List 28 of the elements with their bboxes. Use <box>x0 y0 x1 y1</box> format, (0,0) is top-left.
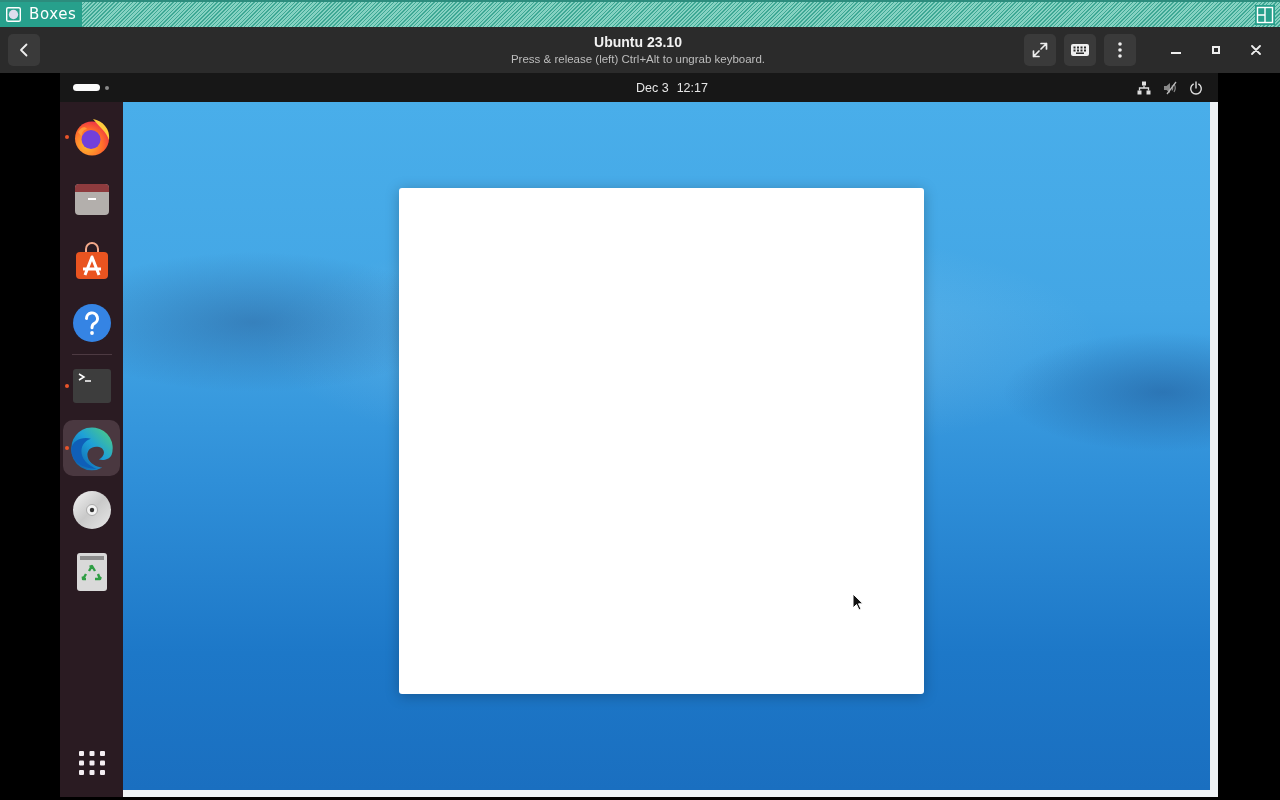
terminal-icon <box>71 366 112 406</box>
keyboard-icon <box>1071 44 1089 56</box>
app-title: Boxes <box>29 7 77 22</box>
workspace-indicator-icon[interactable] <box>73 84 100 91</box>
dot-grid-icon <box>77 751 106 775</box>
hint-text: Press & release (left) Ctrl+Alt to ungrab keyboard. <box>510 52 766 67</box>
help-icon <box>71 303 112 343</box>
minimize-icon <box>1171 52 1181 54</box>
menu-button[interactable] <box>1104 34 1136 66</box>
workspace-indicator-icon[interactable] <box>105 85 109 90</box>
expand-arrows-icon <box>1032 42 1048 58</box>
mouse-pointer-icon <box>852 593 864 611</box>
clock-button[interactable]: Dec 3 12:17 <box>636 79 708 96</box>
circle-square-icon <box>6 7 21 22</box>
window-title: Ubuntu 23.10 <box>593 33 683 51</box>
power-icon[interactable] <box>1189 80 1203 95</box>
network-icon[interactable] <box>1137 80 1151 95</box>
muted-speaker-icon[interactable] <box>1163 80 1177 95</box>
disc-icon <box>71 490 112 530</box>
dock-app-button[interactable] <box>63 420 120 476</box>
fullscreen-button[interactable] <box>1024 34 1056 66</box>
back-button[interactable] <box>8 34 40 66</box>
close-icon <box>1251 45 1261 55</box>
maximize-icon <box>1212 46 1220 54</box>
window-tile-icon[interactable] <box>1255 4 1275 25</box>
wave-swirl-icon <box>68 425 115 471</box>
vertical-dots-icon <box>1118 42 1122 58</box>
keyboard-button[interactable] <box>1064 34 1096 66</box>
